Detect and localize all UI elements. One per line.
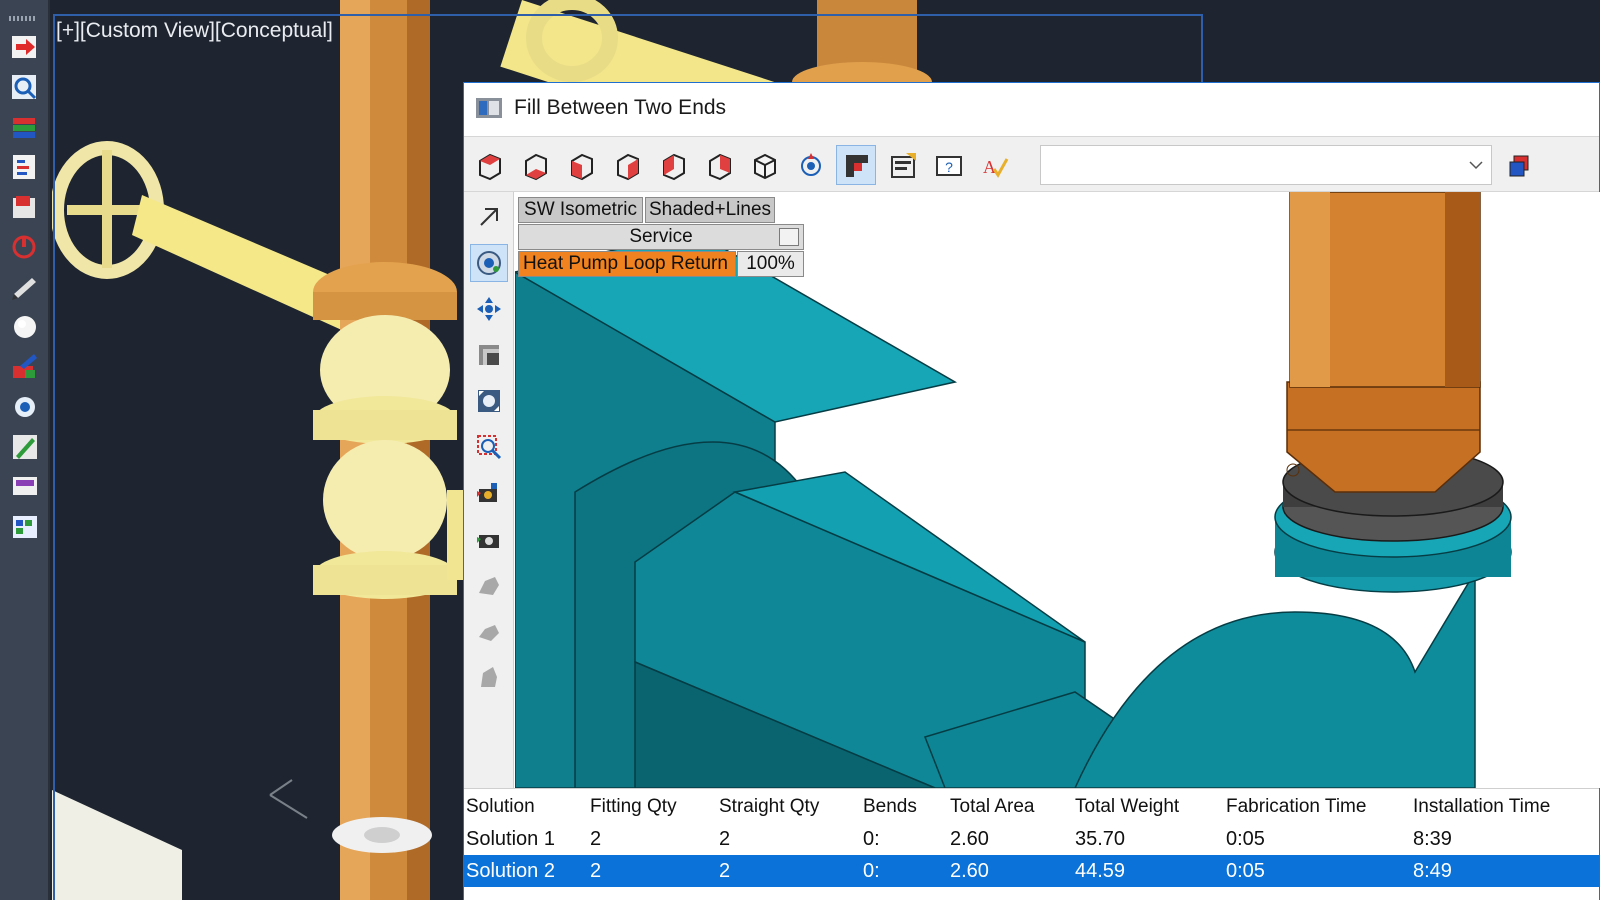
arrow-tool-icon[interactable] — [10, 32, 40, 62]
dialog-sidebar — [464, 192, 514, 788]
help-icon[interactable]: ? — [928, 145, 968, 185]
table-header-row: Solution Fitting Qty Straight Qty Bends … — [464, 791, 1599, 823]
zoom-extents-icon[interactable] — [470, 382, 508, 420]
table-cell: 0:05 — [1226, 828, 1265, 850]
select-arrow-icon[interactable] — [470, 198, 508, 236]
svg-text:A: A — [983, 157, 996, 177]
table-cell: 0: — [863, 828, 880, 850]
dialog-titlebar[interactable]: Fill Between Two Ends — [464, 83, 1599, 135]
zoom-tool-icon[interactable] — [10, 72, 40, 102]
chevron-down-icon — [1469, 161, 1483, 170]
part-gray-3-icon[interactable] — [470, 658, 508, 696]
service-name-value[interactable]: Heat Pump Loop Return — [518, 251, 736, 277]
column-header[interactable]: Fitting Qty — [590, 796, 677, 818]
camera-icon[interactable] — [470, 520, 508, 558]
dialog-title: Fill Between Two Ends — [514, 96, 727, 119]
zoom-window-icon[interactable] — [470, 428, 508, 466]
view-cube-iso-icon[interactable] — [744, 145, 784, 185]
orbit-view-icon[interactable] — [470, 244, 508, 282]
solutions-table: Solution Fitting Qty Straight Qty Bends … — [464, 788, 1599, 900]
connector-tool-icon[interactable] — [10, 232, 40, 262]
view-tool-icon[interactable] — [10, 472, 40, 502]
column-header[interactable]: Total Weight — [1075, 796, 1179, 818]
dialog-toolbar: ? A — [464, 136, 1599, 192]
tool-palette — [0, 0, 50, 900]
column-header[interactable]: Total Area — [950, 796, 1035, 818]
view-preset-label[interactable]: SW Isometric — [518, 197, 643, 223]
table-cell: 8:39 — [1413, 828, 1452, 850]
layers-stack-icon[interactable] — [1498, 145, 1538, 185]
copper-reducer — [1286, 381, 1481, 493]
part-gray-icon[interactable] — [470, 566, 508, 604]
column-header[interactable]: Solution — [466, 796, 535, 818]
svg-text:?: ? — [945, 159, 953, 175]
table-cell: 2.60 — [950, 860, 989, 882]
table-cell: 2 — [719, 828, 731, 850]
service-opacity-value[interactable]: 100% — [737, 251, 804, 277]
table-cell: 35.70 — [1075, 828, 1126, 850]
view-cube-bottom-icon[interactable] — [514, 145, 554, 185]
table-cell: 44.59 — [1075, 860, 1126, 882]
view-cube-left-icon[interactable] — [560, 145, 600, 185]
table-cell: 2 — [590, 828, 602, 850]
orbit-tool-icon[interactable] — [10, 392, 40, 422]
table-cell: 8:49 — [1413, 860, 1452, 882]
palette-grip-handle[interactable] — [9, 16, 35, 21]
table-cell: Solution 1 — [466, 828, 555, 850]
table-cell: 2 — [590, 860, 602, 882]
service-header: Service — [518, 224, 804, 250]
view-cube-back-icon[interactable] — [698, 145, 738, 185]
fill-between-two-ends-dialog: Fill Between Two Ends ? A SW Isometric S… — [463, 82, 1600, 900]
dialog-app-icon — [476, 98, 502, 118]
teal-elbow — [1074, 569, 1476, 788]
table-cell: 2.60 — [950, 828, 989, 850]
table-cell: Solution 2 — [466, 860, 555, 882]
table-tool-icon[interactable] — [10, 512, 40, 542]
column-header[interactable]: Straight Qty — [719, 796, 819, 818]
column-header[interactable]: Installation Time — [1413, 796, 1550, 818]
view-cube-front-icon[interactable] — [652, 145, 692, 185]
fill-ends-icon[interactable] — [836, 145, 876, 185]
service-settings-icon[interactable] — [882, 145, 922, 185]
view-cube-top-icon[interactable] — [468, 145, 508, 185]
pan-icon[interactable] — [470, 290, 508, 328]
orbit-icon[interactable] — [790, 145, 830, 185]
table-row-selected[interactable]: Solution 2 2 2 0: 2.60 44.59 0:05 8:49 — [464, 855, 1599, 887]
paint-tool-icon[interactable] — [10, 352, 40, 382]
table-row[interactable]: Solution 1 2 2 0: 2.60 35.70 0:05 8:39 — [464, 823, 1599, 855]
table-cell: 0: — [863, 860, 880, 882]
table-cell: 0:05 — [1226, 860, 1265, 882]
table-cell: 2 — [719, 860, 731, 882]
viewport-controls-label[interactable]: [+][Custom View][Conceptual] — [56, 19, 333, 43]
autocad-window: [+][Custom View][Conceptual] Fill Betwee… — [0, 0, 1600, 900]
dialog-3d-scene — [515, 192, 1512, 788]
service-header-text: Service — [629, 226, 693, 247]
part-gray-2-icon[interactable] — [470, 612, 508, 650]
insert-tool-icon[interactable] — [10, 192, 40, 222]
properties-tool-icon[interactable] — [10, 152, 40, 182]
column-header[interactable]: Fabrication Time — [1226, 796, 1366, 818]
layers-tool-icon[interactable] — [10, 112, 40, 142]
visual-style-label[interactable]: Shaded+Lines — [645, 197, 775, 223]
edit-tool-icon[interactable] — [10, 432, 40, 462]
spell-check-icon[interactable]: A — [974, 145, 1014, 185]
view-cube-right-icon[interactable] — [606, 145, 646, 185]
sphere-tool-icon[interactable] — [10, 312, 40, 342]
camera-record-icon[interactable] — [470, 474, 508, 512]
column-header[interactable]: Bends — [863, 796, 917, 818]
shade-icon[interactable] — [470, 336, 508, 374]
pencil-tool-icon[interactable] — [10, 272, 40, 302]
dialog-3d-viewport[interactable]: SW Isometric Shaded+Lines Service Heat P… — [515, 192, 1600, 788]
scheme-dropdown[interactable] — [1040, 145, 1492, 185]
service-browse-button[interactable] — [779, 228, 799, 246]
